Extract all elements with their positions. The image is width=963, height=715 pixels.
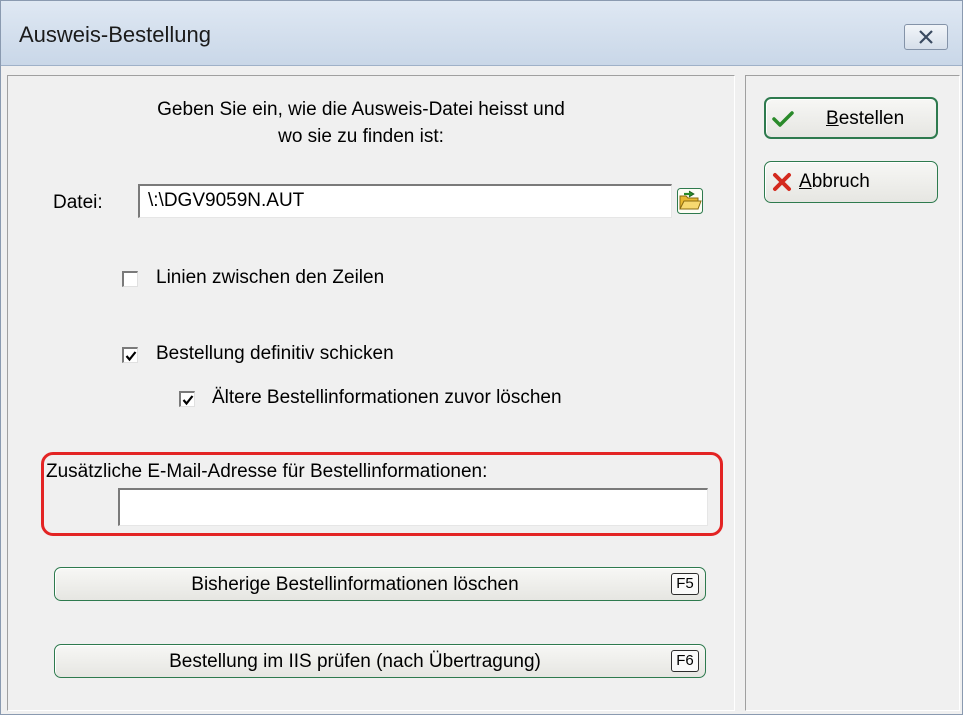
- title-bar[interactable]: Ausweis-Bestellung: [1, 1, 962, 66]
- delete-older-info-checkbox[interactable]: [179, 391, 195, 407]
- file-label: Datei:: [53, 192, 103, 213]
- dialog-window: Ausweis-Bestellung Geben Sie ein, wie di…: [0, 0, 963, 715]
- email-input[interactable]: [118, 488, 708, 526]
- send-order-checkbox[interactable]: [122, 347, 138, 363]
- close-icon: [918, 30, 934, 44]
- file-input[interactable]: \:\DGV9059N.AUT: [138, 184, 672, 218]
- checkmark-icon: [772, 108, 794, 130]
- close-button[interactable]: [904, 24, 948, 50]
- lines-between-rows-label: Linien zwischen den Zeilen: [156, 267, 385, 288]
- check-order-button[interactable]: Bestellung im IIS prüfen (nach Übertragu…: [54, 644, 706, 678]
- email-label: Zusätzliche E-Mail-Adresse für Bestellin…: [46, 461, 488, 482]
- x-mark-icon: [771, 171, 793, 193]
- send-order-label: Bestellung definitiv schicken: [156, 343, 394, 364]
- delete-order-info-button[interactable]: Bisherige Bestellinformationen löschen F…: [54, 567, 706, 601]
- instruction-line-1: Geben Sie ein, wie die Ausweis-Datei hei…: [157, 99, 565, 120]
- window-title: Ausweis-Bestellung: [19, 22, 211, 47]
- check-order-label: Bestellung im IIS prüfen (nach Übertragu…: [169, 651, 541, 672]
- browse-button[interactable]: [677, 188, 703, 214]
- lines-between-rows-checkbox[interactable]: [122, 271, 138, 287]
- cancel-button[interactable]: Abbruch: [764, 161, 938, 203]
- checkmark-icon: [182, 394, 194, 406]
- f6-key-badge: F6: [671, 650, 699, 672]
- f5-key-badge: F5: [671, 573, 699, 595]
- checkmark-icon: [125, 350, 137, 362]
- delete-order-info-label: Bisherige Bestellinformationen löschen: [191, 574, 519, 595]
- order-label: estellen: [838, 108, 905, 129]
- cancel-label-mnemonic: A: [799, 171, 812, 192]
- delete-older-info-label: Ältere Bestellinformationen zuvor lösche…: [212, 387, 562, 408]
- cancel-label: bbruch: [811, 171, 870, 192]
- instruction-line-2: wo sie zu finden ist:: [278, 126, 444, 147]
- folder-open-icon: [677, 188, 703, 218]
- order-button[interactable]: Bestellen: [764, 97, 938, 139]
- order-label-mnemonic: B: [826, 108, 839, 129]
